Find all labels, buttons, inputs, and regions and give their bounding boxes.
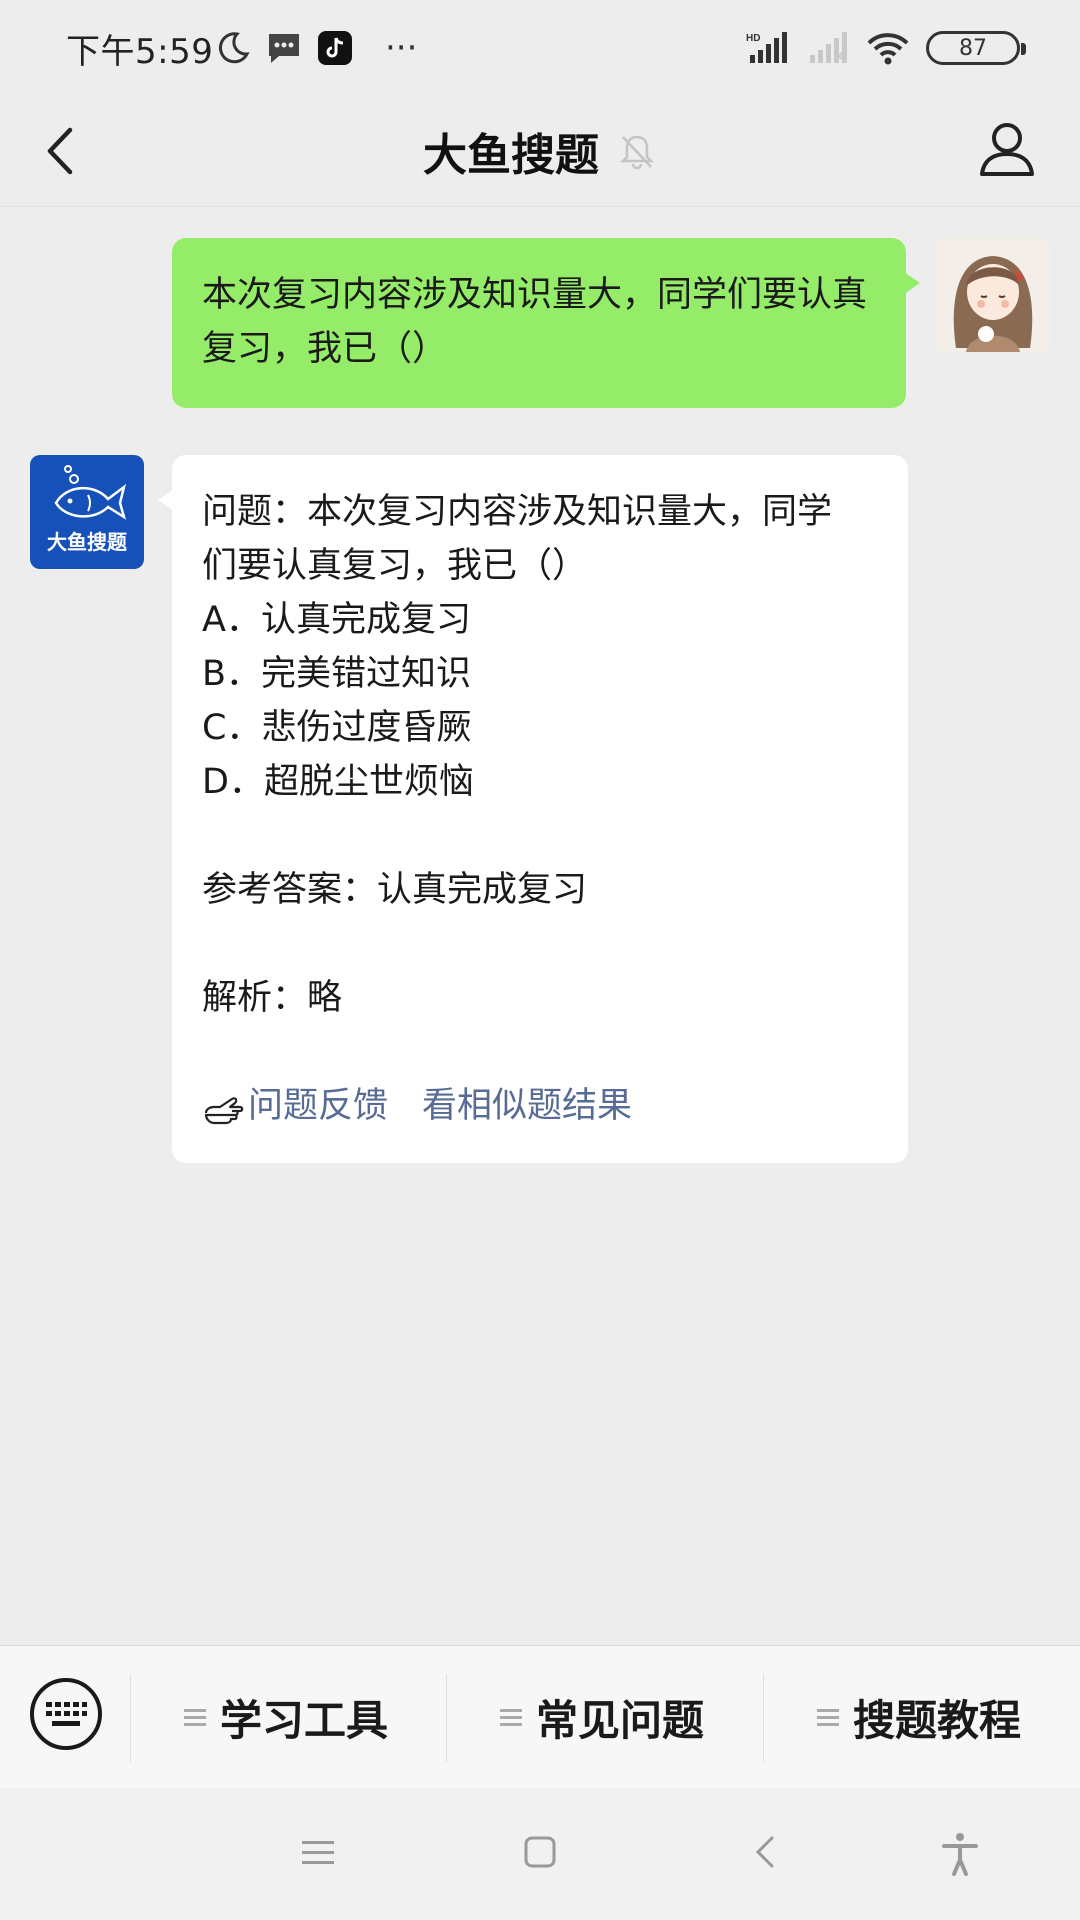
status-system-icons: HD 87 — [746, 26, 1026, 70]
pointing-hand-icon — [204, 1097, 244, 1125]
menu-label: 搜题教程 — [853, 1695, 1022, 1745]
feedback-link[interactable]: 问题反馈 — [248, 1079, 388, 1133]
menu-label: 常见问题 — [536, 1695, 705, 1745]
option-b: B．完美错过知识 — [202, 654, 472, 694]
menu-divider — [130, 1674, 131, 1762]
menu-learning-tools[interactable]: 学习工具 — [182, 1646, 388, 1788]
more-icon: ··· — [385, 28, 418, 68]
user-message-bubble[interactable]: 本次复习内容涉及知识量大，同学们要认真复习，我已（） — [172, 238, 920, 408]
question-line-2: 们要认真复习，我已（） — [202, 546, 588, 586]
analysis: 解析：略 — [202, 978, 343, 1018]
bot-message-bubble[interactable]: 问题：本次复习内容涉及知识量大，同学 们要认真复习，我已（） A．认真完成复习 … — [158, 455, 908, 1163]
message-icon — [269, 34, 299, 63]
menu-lines-icon — [500, 1709, 522, 1726]
wifi-icon — [867, 33, 909, 65]
reference-answer: 参考答案：认真完成复习 — [202, 870, 588, 910]
svg-text:HD: HD — [746, 33, 760, 44]
option-a: A．认真完成复习 — [202, 600, 471, 640]
bot-avatar-label: 大鱼搜题 — [47, 530, 127, 554]
moon-icon — [218, 32, 250, 64]
option-c: C．悲伤过度昏厥 — [202, 708, 472, 748]
question-line-1: 问题：本次复习内容涉及知识量大，同学 — [202, 492, 833, 532]
menu-faq[interactable]: 常见问题 — [498, 1646, 704, 1788]
fish-logo-icon — [54, 465, 127, 520]
bottom-menu: 学习工具 常见问题 搜题教程 — [0, 1645, 1080, 1789]
recent-apps-icon[interactable] — [298, 1832, 338, 1872]
menu-lines-icon — [184, 1709, 206, 1726]
similar-results-link[interactable]: 看相似题结果 — [422, 1079, 632, 1133]
menu-divider — [763, 1674, 764, 1762]
menu-divider — [446, 1674, 447, 1762]
user-message-row: 本次复习内容涉及知识量大，同学们要认真复习，我已（） — [172, 238, 920, 408]
user-message-text: 本次复习内容涉及知识量大，同学们要认真复习，我已（） — [202, 275, 868, 369]
hd-signal-icon: HD — [746, 32, 787, 63]
keyboard-icon[interactable] — [28, 1676, 104, 1752]
user-avatar-illustration — [936, 238, 1050, 352]
chat-title-wrap: 大鱼搜题 — [0, 116, 1080, 186]
accessibility-icon[interactable] — [940, 1832, 980, 1876]
mute-bell-icon — [619, 135, 655, 170]
option-d: D．超脱尘世烦恼 — [202, 762, 474, 802]
tiktok-icon — [318, 31, 352, 65]
battery-level: 87 — [959, 35, 987, 61]
home-icon[interactable] — [520, 1832, 560, 1872]
status-time: 下午5:59 — [66, 32, 214, 72]
battery-icon: 87 — [926, 31, 1026, 65]
menu-search-tutorial[interactable]: 搜题教程 — [815, 1646, 1021, 1788]
bot-avatar[interactable]: 大鱼搜题 — [30, 455, 144, 569]
chat-header: 大鱼搜题 — [0, 96, 1080, 207]
back-nav-icon[interactable] — [746, 1832, 786, 1872]
status-bar: 下午5:59 ··· HD 87 — [0, 0, 1080, 96]
user-avatar[interactable] — [936, 238, 1050, 352]
chat-title: 大鱼搜题 — [423, 130, 599, 181]
profile-icon[interactable] — [972, 114, 1042, 184]
menu-label: 学习工具 — [220, 1695, 389, 1745]
system-navigation-bar — [0, 1788, 1080, 1920]
signal-icon — [810, 32, 847, 63]
status-notification-icons: ··· — [215, 26, 417, 70]
menu-lines-icon — [817, 1709, 839, 1726]
reply-links: 问题反馈 看相似题结果 — [202, 1079, 878, 1133]
